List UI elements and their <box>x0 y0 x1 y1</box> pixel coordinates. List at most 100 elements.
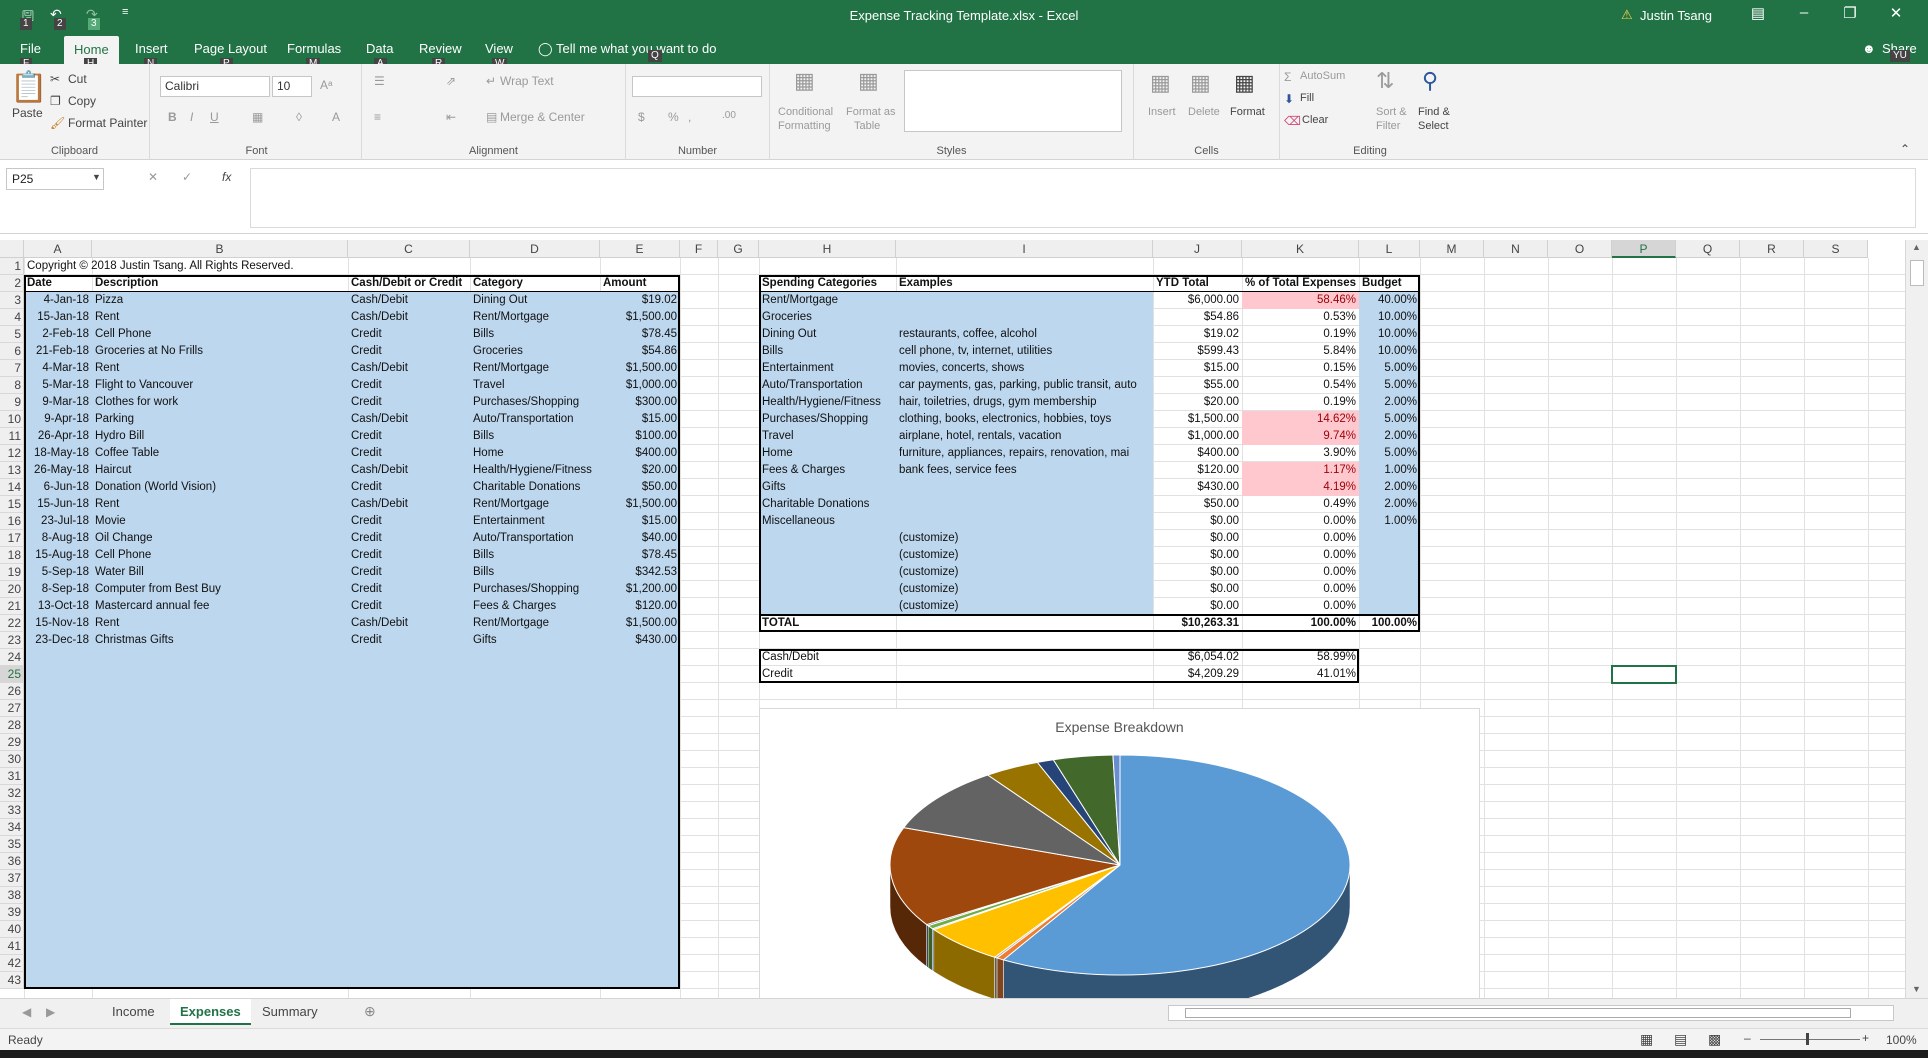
format-cells-icon[interactable]: ▦ <box>1234 70 1255 96</box>
fill-color-icon[interactable]: ◊ <box>296 110 302 124</box>
cell-styles-gallery[interactable] <box>904 70 1122 132</box>
row-header-31[interactable]: 31 <box>0 768 24 785</box>
format-as-table-icon[interactable]: ▦ <box>858 68 879 94</box>
row-header-41[interactable]: 41 <box>0 938 24 955</box>
merge-center-button[interactable]: Merge & Center <box>500 110 585 124</box>
page-layout-view-icon[interactable]: ▤ <box>1674 1031 1687 1048</box>
format-cells-button[interactable]: Format <box>1230 106 1265 118</box>
column-header-q[interactable]: Q <box>1676 240 1740 258</box>
row-header-7[interactable]: 7 <box>0 360 24 377</box>
tab-file[interactable]: File <box>20 41 41 56</box>
cut-icon[interactable]: ✂ <box>50 72 60 86</box>
column-header-h[interactable]: H <box>759 240 896 258</box>
paste-icon[interactable]: 📋 <box>10 70 47 105</box>
sort-filter-button[interactable]: Sort & <box>1376 106 1407 118</box>
sheet-tab-income[interactable]: Income <box>102 999 165 1025</box>
row-header-5[interactable]: 5 <box>0 326 24 343</box>
column-header-s[interactable]: S <box>1804 240 1868 258</box>
formula-input[interactable] <box>250 168 1916 228</box>
sheet-tab-expenses[interactable]: Expenses <box>170 999 251 1025</box>
row-header-22[interactable]: 22 <box>0 615 24 632</box>
paste-button[interactable]: Paste <box>12 106 43 120</box>
fill-button[interactable]: Fill <box>1300 92 1314 104</box>
insert-function-icon[interactable]: fx <box>222 170 231 184</box>
row-header-13[interactable]: 13 <box>0 462 24 479</box>
cut-button[interactable]: Cut <box>68 72 87 86</box>
tab-formulas[interactable]: Formulas <box>287 41 341 56</box>
zoom-out-icon[interactable]: – <box>1744 1031 1751 1045</box>
row-header-3[interactable]: 3 <box>0 292 24 309</box>
format-as-table-label[interactable]: Format as <box>846 106 896 118</box>
zoom-level[interactable]: 100% <box>1886 1033 1917 1047</box>
column-header-g[interactable]: G <box>718 240 759 258</box>
restore-icon[interactable]: ❐ <box>1838 4 1862 22</box>
enter-icon[interactable]: ✓ <box>182 170 192 184</box>
row-header-19[interactable]: 19 <box>0 564 24 581</box>
delete-cells-icon[interactable]: ▦ <box>1190 70 1211 96</box>
sort-filter-button-2[interactable]: Filter <box>1376 120 1400 132</box>
grow-font-icon[interactable]: Aᵃ <box>320 78 332 92</box>
row-header-18[interactable]: 18 <box>0 547 24 564</box>
row-header-25[interactable]: 25 <box>0 666 24 683</box>
column-header-a[interactable]: A <box>24 240 92 258</box>
row-header-35[interactable]: 35 <box>0 836 24 853</box>
row-header-43[interactable]: 43 <box>0 972 24 989</box>
prev-sheet-icon[interactable]: ◀ <box>22 1005 31 1019</box>
align-top-icon[interactable]: ☰ <box>374 74 385 88</box>
name-box[interactable]: P25 <box>6 168 104 190</box>
next-sheet-icon[interactable]: ▶ <box>46 1005 55 1019</box>
column-header-e[interactable]: E <box>600 240 680 258</box>
page-break-view-icon[interactable]: ▩ <box>1708 1031 1721 1048</box>
vertical-scrollbar[interactable]: ▲ ▼ <box>1905 240 1928 998</box>
scroll-thumb[interactable] <box>1910 260 1924 286</box>
cancel-icon[interactable]: ✕ <box>148 170 158 184</box>
row-header-33[interactable]: 33 <box>0 802 24 819</box>
new-sheet-icon[interactable]: ⊕ <box>364 1003 376 1020</box>
find-select-icon[interactable]: ⚲ <box>1422 68 1438 94</box>
tell-me-box[interactable]: Tell me what you want to do <box>556 41 716 56</box>
tab-view[interactable]: View <box>485 41 513 56</box>
column-header-b[interactable]: B <box>92 240 348 258</box>
clear-icon[interactable]: ⌫ <box>1284 114 1301 128</box>
italic-icon[interactable]: I <box>190 110 193 124</box>
row-header-14[interactable]: 14 <box>0 479 24 496</box>
column-header-f[interactable]: F <box>680 240 718 258</box>
wrap-text-button[interactable]: Wrap Text <box>500 74 554 88</box>
row-header-17[interactable]: 17 <box>0 530 24 547</box>
underline-icon[interactable]: U <box>210 110 219 124</box>
merge-icon[interactable]: ▤ <box>486 110 497 124</box>
row-header-39[interactable]: 39 <box>0 904 24 921</box>
conditional-formatting-label-2[interactable]: Formatting <box>778 120 831 132</box>
delete-cells-button[interactable]: Delete <box>1188 106 1220 118</box>
row-header-29[interactable]: 29 <box>0 734 24 751</box>
currency-icon[interactable]: $ <box>638 110 645 124</box>
copy-icon[interactable]: ❐ <box>50 94 61 108</box>
horizontal-scrollbar[interactable] <box>1168 1005 1894 1021</box>
worksheet-grid[interactable]: ABCDEFGHIJKLMNOPQRS 1 2 3 4 5 6 7 8 9 10 11 12 13 14 1… <box>0 240 1905 998</box>
row-header-28[interactable]: 28 <box>0 717 24 734</box>
row-header-8[interactable]: 8 <box>0 377 24 394</box>
tab-insert[interactable]: Insert <box>135 41 168 56</box>
ribbon-display-icon[interactable]: ▤ <box>1746 4 1770 22</box>
row-header-20[interactable]: 20 <box>0 581 24 598</box>
sheet-tab-summary[interactable]: Summary <box>252 999 328 1025</box>
tab-data[interactable]: Data <box>366 41 393 56</box>
row-header-21[interactable]: 21 <box>0 598 24 615</box>
conditional-formatting-label[interactable]: Conditional <box>778 106 833 118</box>
row-header-23[interactable]: 23 <box>0 632 24 649</box>
number-format-select[interactable] <box>632 76 762 97</box>
autosum-icon[interactable]: Σ <box>1284 70 1291 84</box>
collapse-ribbon-icon[interactable]: ⌃ <box>1900 142 1910 156</box>
font-name-select[interactable]: Calibri <box>160 76 270 97</box>
column-header-k[interactable]: K <box>1242 240 1359 258</box>
row-header-11[interactable]: 11 <box>0 428 24 445</box>
row-header-27[interactable]: 27 <box>0 700 24 717</box>
percent-icon[interactable]: % <box>668 110 679 124</box>
wrap-text-icon[interactable]: ↵ <box>486 74 496 88</box>
normal-view-icon[interactable]: ▦ <box>1640 1031 1653 1048</box>
column-header-p[interactable]: P <box>1612 240 1676 258</box>
insert-cells-button[interactable]: Insert <box>1148 106 1176 118</box>
horizontal-scroll-thumb[interactable] <box>1185 1008 1851 1018</box>
tab-review[interactable]: Review <box>419 41 462 56</box>
column-header-d[interactable]: D <box>470 240 600 258</box>
